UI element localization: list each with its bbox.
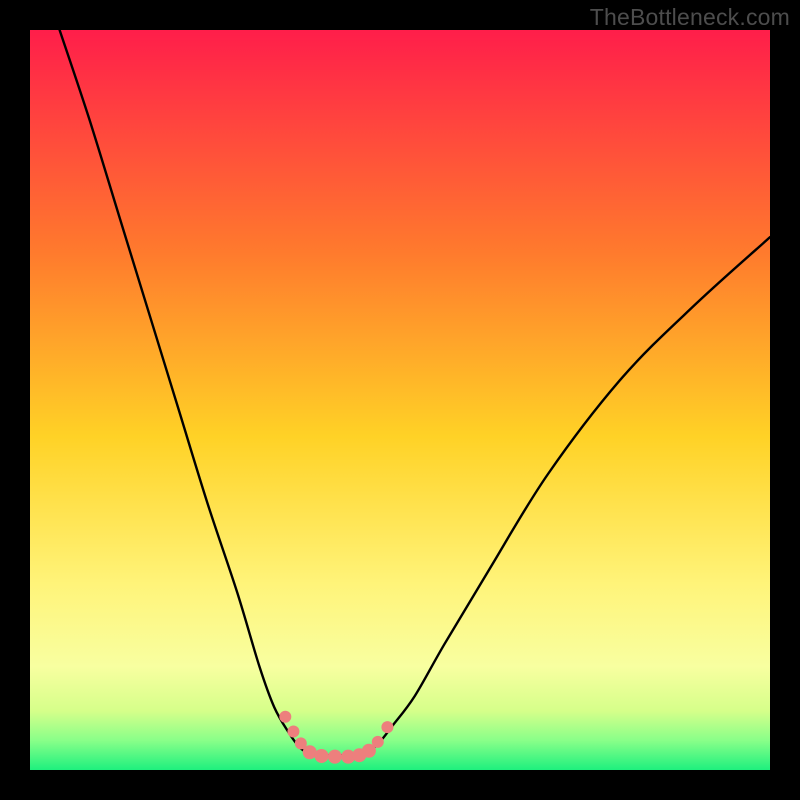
data-marker [315, 749, 329, 763]
chart-svg [30, 30, 770, 770]
outer-frame: TheBottleneck.com [0, 0, 800, 800]
data-marker [328, 750, 342, 764]
watermark-text: TheBottleneck.com [590, 4, 790, 31]
data-marker [372, 736, 384, 748]
gradient-background [30, 30, 770, 770]
data-marker [381, 721, 393, 733]
data-marker [279, 711, 291, 723]
data-marker [287, 726, 299, 738]
data-marker [303, 745, 317, 759]
plot-area [30, 30, 770, 770]
